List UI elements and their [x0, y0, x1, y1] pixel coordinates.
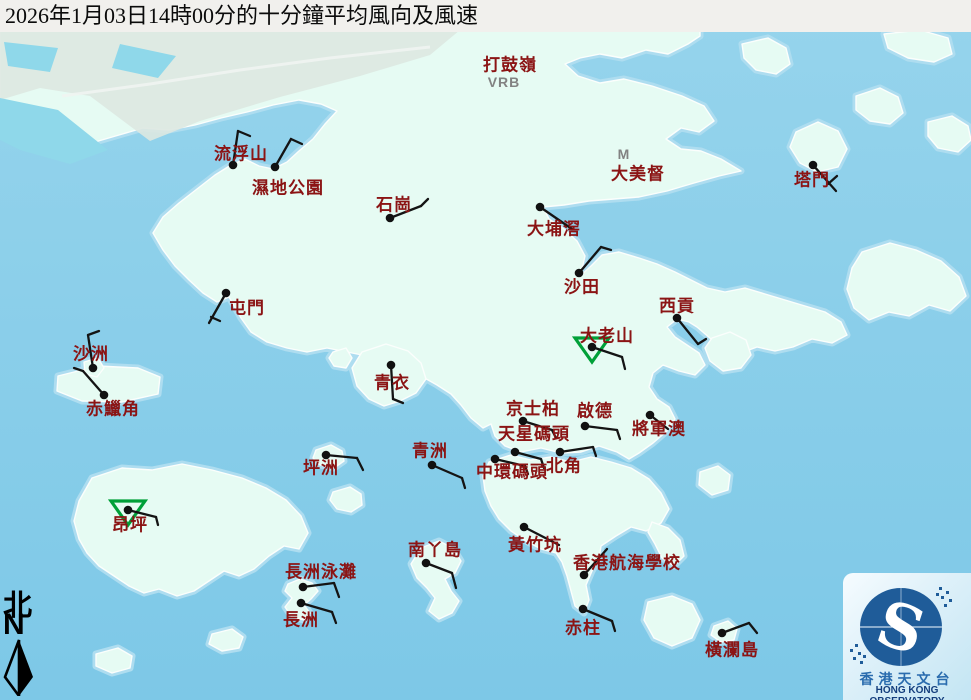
station-label: 大美督 [611, 164, 665, 184]
map-title: 2026年1月03日14時00分的十分鐘平均風向及風速 [0, 0, 971, 32]
station-label: 昂坪 [112, 515, 148, 535]
station-label: 將軍澳 [632, 419, 686, 439]
north-arrow: 北 N [0, 582, 44, 700]
wind-barb [330, 610, 338, 625]
station-label: 啟德 [577, 401, 613, 421]
station-label: 石崗 [376, 195, 412, 215]
station-label: 長洲 [283, 610, 319, 630]
north-label-letter: N [3, 608, 25, 641]
station-label: 長洲泳灘 [285, 562, 357, 582]
wind-barb [355, 456, 365, 472]
wind-barb [720, 621, 751, 635]
station-label: 香港航海學校 [573, 553, 681, 573]
station-dot [298, 582, 308, 592]
station-label: 京士柏 [506, 399, 560, 419]
wind-barb [610, 619, 617, 633]
station-label: 沙田 [564, 277, 600, 297]
wind-barb [675, 316, 700, 346]
station-dot [535, 202, 545, 212]
station-label: 大埔滘 [527, 219, 581, 239]
wind-barb [696, 337, 708, 346]
station-label: 黃竹坑 [508, 535, 562, 555]
hko-logo: S 香港天文台 HONG KONG OBSERVATORY [843, 573, 971, 700]
wind-barb [615, 428, 622, 441]
station-label: 屯門 [229, 298, 265, 318]
station-note: M [617, 146, 631, 162]
wind-barb [154, 515, 160, 527]
station-label: 赤柱 [565, 618, 601, 638]
wind-barb [332, 581, 341, 599]
station-label: 中環碼頭 [476, 462, 548, 482]
wind-barb [273, 137, 293, 169]
station-label: 橫瀾島 [705, 640, 759, 660]
wind-barb [450, 571, 458, 590]
station-label: 濕地公園 [252, 178, 324, 198]
station-dot [580, 421, 590, 431]
station-label: 沙洲 [73, 344, 109, 364]
station-label: 天星碼頭 [498, 424, 570, 444]
hko-name-english: HONG KONG OBSERVATORY [869, 685, 944, 700]
station-label: 西貢 [659, 296, 695, 316]
station-label: 流浮山 [214, 144, 268, 164]
station-dot [270, 162, 280, 172]
wind-barb [460, 476, 467, 490]
wind-barb [430, 463, 464, 480]
wind-barb [577, 245, 603, 275]
north-arrow-icon [3, 639, 33, 696]
wind-barb [81, 369, 106, 397]
wind-barb [591, 445, 598, 458]
station-label: 青洲 [412, 441, 448, 461]
station-label: 塔門 [794, 170, 830, 190]
wind-barb [391, 397, 405, 405]
station-label: 打鼓嶺 [483, 55, 537, 75]
station-note: VRB [487, 74, 521, 90]
station-label: 坪洲 [303, 458, 339, 478]
station-label: 北角 [546, 456, 582, 476]
wind-barb [620, 355, 627, 371]
wind-map-app: 打鼓嶺 VRB 大美督 M 流浮山濕地公園石崗大埔滘 塔門沙田屯門 西貢大老山沙洲赤鱲角 青衣… [0, 0, 971, 700]
station-dot [510, 447, 520, 457]
station-dot [578, 604, 588, 614]
wind-barb [419, 197, 430, 208]
station-label: 大老山 [580, 326, 634, 346]
wind-barb [301, 581, 336, 589]
wind-barb-overlay [72, 129, 839, 638]
station-dot [427, 460, 437, 470]
station-label: 赤鱲角 [86, 399, 140, 419]
station-label: 南丫島 [408, 540, 462, 560]
wind-barb [289, 137, 304, 146]
station-dot [88, 363, 98, 373]
station-label: 青衣 [374, 373, 410, 393]
hko-logo-icon: S [850, 586, 952, 669]
wind-barb [86, 329, 101, 337]
wind-barb [583, 424, 619, 432]
wind-barb [599, 245, 613, 252]
wind-barb [747, 621, 759, 635]
wind-barb [72, 366, 85, 373]
wind-barb [236, 129, 252, 138]
